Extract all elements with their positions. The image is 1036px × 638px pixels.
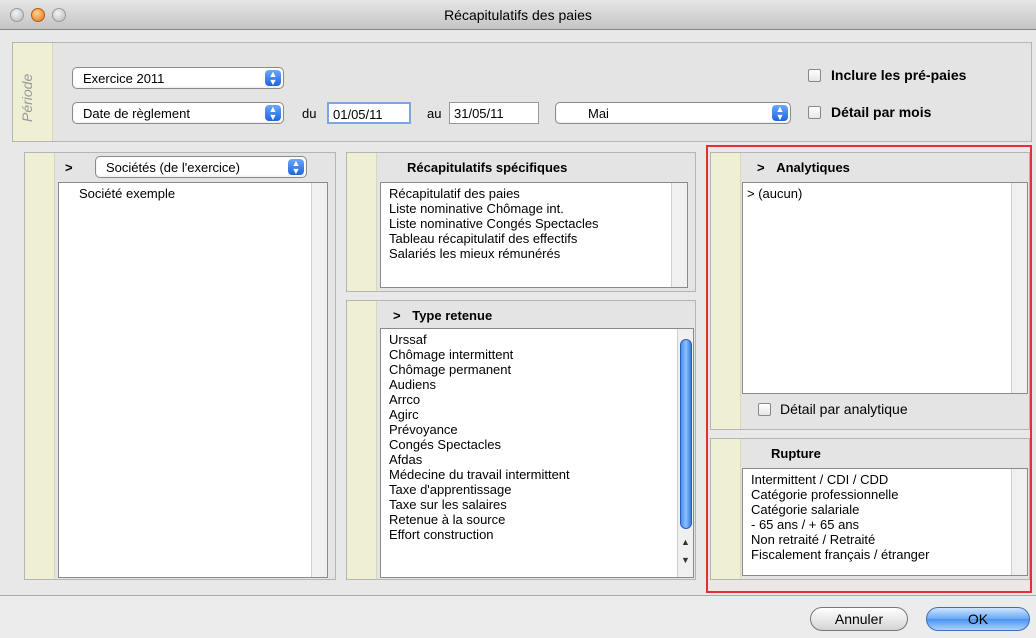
list-item[interactable]: Taxe d'apprentissage xyxy=(381,482,693,497)
list-item[interactable]: Chômage intermittent xyxy=(381,347,693,362)
list-item[interactable]: Audiens xyxy=(381,377,693,392)
list-item[interactable]: Retenue à la source xyxy=(381,512,693,527)
companies-chevron-icon[interactable]: > xyxy=(65,160,73,175)
period-label: Période xyxy=(19,73,35,123)
companies-scrollbar[interactable] xyxy=(311,183,327,577)
retenue-side-strip xyxy=(347,301,377,579)
window-title: Récapitulatifs des paies xyxy=(444,7,592,23)
include-prepaies-label: Inclure les pré-paies xyxy=(831,67,967,83)
companies-side-strip xyxy=(25,153,55,579)
detail-month-checkbox[interactable] xyxy=(808,106,821,119)
list-item[interactable]: Congés Spectacles xyxy=(381,437,693,452)
include-prepaies-checkbox[interactable] xyxy=(808,69,821,82)
du-label: du xyxy=(302,106,317,121)
popup-arrows-icon: ▲ ▼ xyxy=(265,70,281,87)
retenue-scroll-thumb[interactable] xyxy=(680,339,692,529)
companies-select-value: Sociétés (de l'exercice) xyxy=(106,160,240,175)
specific-list[interactable]: Récapitulatif des paies Liste nominative… xyxy=(380,182,688,288)
list-item[interactable]: Médecine du travail intermittent xyxy=(381,467,693,482)
cancel-button[interactable]: Annuler xyxy=(810,607,908,631)
retenue-head: > Type retenue xyxy=(377,301,695,329)
retenue-title: Type retenue xyxy=(412,308,493,323)
retenue-chevron-icon[interactable]: > xyxy=(393,308,401,323)
retenue-list[interactable]: Urssaf Chômage intermittent Chômage perm… xyxy=(380,328,694,578)
scroll-down-icon[interactable]: ▼ xyxy=(678,555,693,569)
list-item[interactable]: Prévoyance xyxy=(381,422,693,437)
period-side-strip: Période xyxy=(13,43,53,141)
list-item[interactable]: Salariés les mieux rémunérés xyxy=(381,246,687,261)
specific-title: Récapitulatifs spécifiques xyxy=(407,160,568,175)
title-bar: Récapitulatifs des paies xyxy=(0,0,1036,30)
detail-month-label: Détail par mois xyxy=(831,104,932,120)
footer: Annuler OK xyxy=(0,596,1036,638)
companies-select[interactable]: Sociétés (de l'exercice) ▲ ▼ xyxy=(95,156,307,178)
list-item[interactable]: Récapitulatif des paies xyxy=(381,186,687,201)
list-item[interactable]: Afdas xyxy=(381,452,693,467)
list-item[interactable]: Liste nominative Chômage int. xyxy=(381,201,687,216)
list-item[interactable]: Tableau récapitulatif des effectifs xyxy=(381,231,687,246)
list-item[interactable]: Arrco xyxy=(381,392,693,407)
list-item[interactable]: Société exemple xyxy=(59,183,327,201)
date-type-value: Date de règlement xyxy=(83,106,190,121)
du-date-input[interactable]: 01/05/11 xyxy=(327,102,411,124)
exercice-select[interactable]: Exercice 2011 ▲ ▼ xyxy=(72,67,284,89)
highlight-box xyxy=(706,145,1032,593)
retenue-scrollbar[interactable]: ▲ ▼ xyxy=(677,329,693,577)
scroll-up-icon[interactable]: ▲ xyxy=(678,537,693,551)
period-panel: Période xyxy=(12,42,1032,142)
list-item[interactable]: Taxe sur les salaires xyxy=(381,497,693,512)
au-date-input[interactable]: 31/05/11 xyxy=(449,102,539,124)
month-select[interactable]: Mai ▲ ▼ xyxy=(555,102,791,124)
specific-scrollbar[interactable] xyxy=(671,183,687,287)
ok-button[interactable]: OK xyxy=(926,607,1030,631)
au-label: au xyxy=(427,106,442,121)
specific-side-strip xyxy=(347,153,377,291)
popup-arrows-icon: ▲ ▼ xyxy=(772,105,788,122)
list-item[interactable]: Chômage permanent xyxy=(381,362,693,377)
popup-arrows-icon: ▲ ▼ xyxy=(288,159,304,176)
list-item[interactable]: Liste nominative Congés Spectacles xyxy=(381,216,687,231)
list-item[interactable]: Agirc xyxy=(381,407,693,422)
date-type-select[interactable]: Date de règlement ▲ ▼ xyxy=(72,102,284,124)
list-item[interactable]: Effort construction xyxy=(381,527,693,542)
month-value: Mai xyxy=(588,106,609,121)
popup-arrows-icon: ▲ ▼ xyxy=(265,105,281,122)
exercice-value: Exercice 2011 xyxy=(83,71,165,86)
list-item[interactable]: Urssaf xyxy=(381,332,693,347)
companies-list[interactable]: Société exemple xyxy=(58,182,328,578)
